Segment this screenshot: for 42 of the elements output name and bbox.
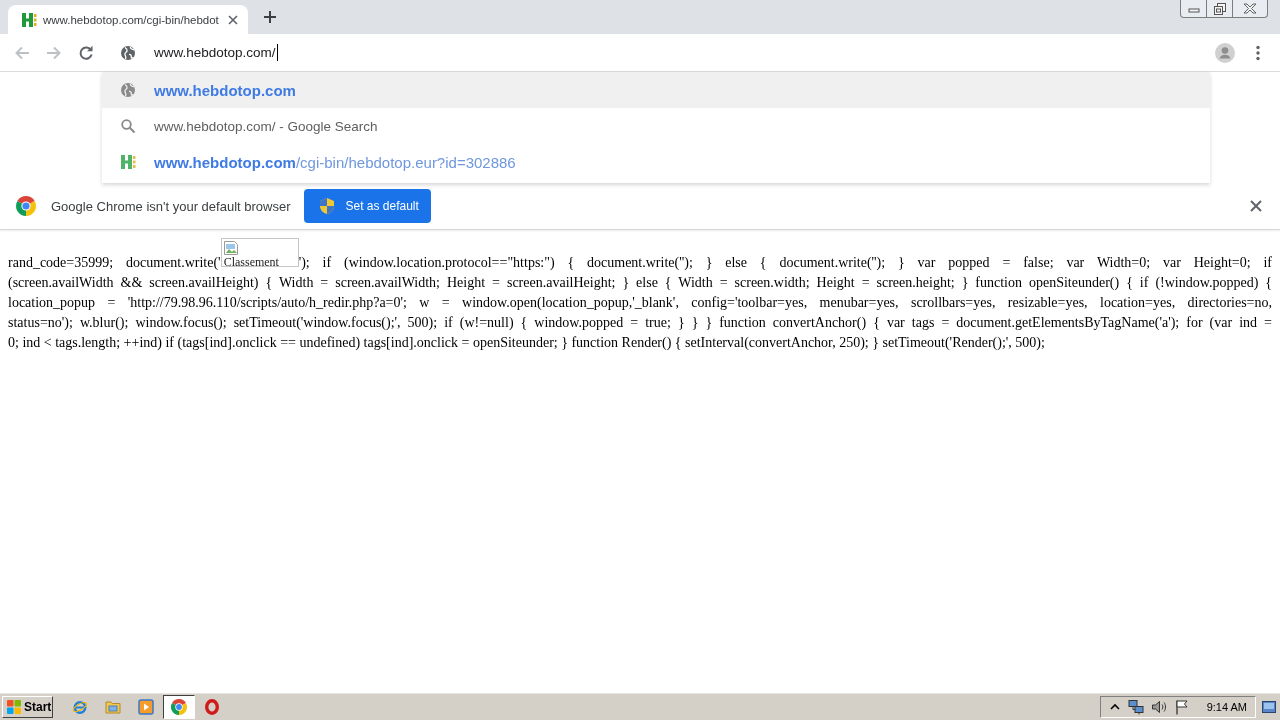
set-default-button[interactable]: Set as default [304, 189, 432, 223]
suggestion-item[interactable]: www.hebdotop.com [102, 72, 1210, 108]
code-line: status=no'); w.blur(); window.focus(); setTimeout('window.focus();', 500); if (w!=null) { window.popped = true; } } } function convertAnchor() { var tags = document.getElementsByTagName('a'); for (var ind = [8, 315, 1272, 330]
avatar-icon[interactable] [1215, 42, 1235, 63]
wheel-logo-icon [171, 698, 187, 715]
ring-orbit-icon [72, 698, 88, 715]
network-icon[interactable] [1127, 698, 1144, 715]
image-alt-text: Classement [222, 256, 280, 266]
flag-icon[interactable] [1173, 698, 1190, 715]
wheel-logo-icon [16, 196, 36, 216]
code-line: location_popup = 'http://79.98.96.110/scripts/auto/h_redir.php?a=0'; w = window.open(location_popup,'_blank', config='toolbar=yes, menubar=yes, scrollbars=yes, resizable=yes, location=yes, directories=no, [8, 295, 1272, 310]
browser-tab[interactable]: www.hebdotop.com/cgi-bin/hebdot [8, 5, 248, 34]
search-icon [120, 118, 136, 134]
close-icon[interactable] [1243, 3, 1257, 14]
folder-icon [105, 698, 121, 715]
site-logo-icon [120, 154, 136, 170]
shield-icon [320, 198, 335, 214]
reload-icon[interactable] [78, 44, 94, 61]
ring-icon [204, 698, 220, 715]
clock-text[interactable]: 9:14 AM [1206, 700, 1247, 713]
close-icon[interactable] [1250, 200, 1262, 212]
restore-icon[interactable] [1213, 2, 1226, 15]
code-line: (screen.availWidth && screen.availHeight) { Width = screen.availWidth; Height = screen.availHeight; } else { Width = screen.width; Height = screen.height; } function openSiteunder() { if (!window.popped) { [8, 275, 1272, 290]
plus-icon[interactable] [264, 11, 276, 23]
code-text: '); if (window.location.protocol=="https:") { document.write(''); } else { document.write(''); } var popped = false; var Width=0; var Height=0; if [298, 255, 1272, 270]
code-text: rand_code=35999; document.write(' [8, 255, 221, 270]
start-button[interactable]: Start [2, 695, 53, 718]
broken-image-icon [222, 240, 239, 256]
menu-icon[interactable] [1256, 44, 1260, 61]
site-logo-icon [21, 11, 37, 28]
show-desktop-icon[interactable] [1262, 699, 1276, 714]
play-icon [138, 698, 154, 715]
infobar-message: Google Chrome isn't your default browser [51, 198, 291, 214]
suggestion-item[interactable]: www.hebdotop.com/cgi-bin/hebdotop.eur?id=302886 [102, 144, 1210, 180]
speaker-icon[interactable] [1150, 698, 1167, 715]
globe-icon [120, 44, 136, 61]
windows-logo-icon [6, 698, 22, 715]
globe-icon [120, 82, 136, 98]
code-line: 0; ind < tags.length; ++ind) if (tags[ind].onclick == undefined) tags[ind].onclick = openSiteunder; } function Render() { setInterval(convertAnchor, 250); } setTimeout('Render();', 500); [8, 335, 1045, 350]
close-icon[interactable] [228, 14, 238, 25]
suggestion-item[interactable]: www.hebdotop.com/ - Google Search [102, 108, 1210, 144]
taskbar-button[interactable] [163, 694, 195, 719]
